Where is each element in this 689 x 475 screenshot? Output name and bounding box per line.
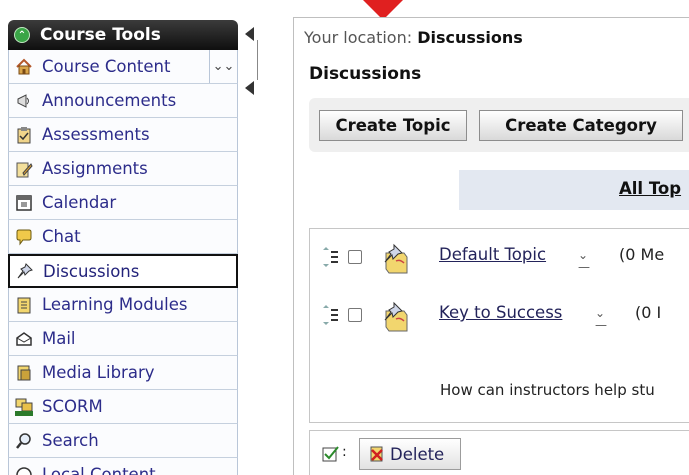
collapse-sidebar-arrow-icon[interactable] (245, 27, 254, 41)
collapse-menu-arrow-icon[interactable] (245, 81, 254, 95)
sidebar-item-label: Course Content (42, 57, 171, 76)
discussion-toolbar: Create Topic Create Category (309, 98, 689, 152)
topic-checkbox[interactable] (348, 308, 362, 322)
sidebar-item-assessments[interactable]: Assessments (8, 118, 238, 152)
topic-list: Default Topic ⌄ — (0 Me Key to Success ⌄ —… (309, 228, 689, 423)
course-tools-sidebar: ⌃ Course Tools Course Content ⌄⌄ Announc… (8, 20, 238, 475)
sidebar-item-discussions[interactable]: Discussions (8, 254, 238, 288)
pencil-doc-icon (14, 159, 34, 179)
course-tools-title: Course Tools (40, 25, 161, 45)
delete-label: Delete (390, 444, 445, 464)
sidebar-item-label: Chat (42, 227, 81, 246)
mail-icon (14, 329, 34, 349)
media-icon (14, 363, 34, 383)
scorm-icon (14, 397, 34, 417)
sidebar-item-label: Discussions (43, 261, 140, 281)
sidebar-item-learning-modules[interactable]: Learning Modules (8, 288, 238, 322)
sidebar-item-label: Media Library (42, 363, 155, 382)
sidebar-item-announcements[interactable]: Announcements (8, 84, 238, 118)
book-icon (14, 295, 34, 315)
list-item: Key to Success ⌄ — (0 I (310, 299, 689, 339)
breadcrumb: Your location: Discussions (304, 28, 523, 47)
sidebar-item-scorm[interactable]: SCORM (8, 390, 238, 424)
collapse-circle-icon[interactable]: ⌃ (14, 27, 30, 43)
delete-button[interactable]: Delete (359, 438, 461, 470)
topic-link-default[interactable]: Default Topic (439, 245, 546, 264)
pushpin-icon (15, 261, 35, 281)
topic-pin-icon (380, 301, 412, 333)
sidebar-item-label: Local Content (42, 465, 156, 475)
sidebar-item-media-library[interactable]: Media Library (8, 356, 238, 390)
topic-description: How can instructors help stu (440, 381, 655, 399)
reorder-icon[interactable] (320, 247, 340, 267)
sidebar-item-label: Assignments (42, 159, 148, 178)
sidebar-item-calendar[interactable]: Calendar (8, 186, 238, 220)
calendar-icon (14, 193, 34, 213)
sidebar-item-course-content[interactable]: Course Content ⌄⌄ (8, 50, 238, 84)
chat-icon (14, 227, 34, 247)
splitter-handle[interactable] (257, 40, 258, 80)
topic-checkbox[interactable] (348, 250, 362, 264)
sidebar-item-label: Assessments (42, 125, 150, 144)
magnifier-icon (14, 431, 34, 451)
reorder-icon[interactable] (320, 305, 340, 325)
course-tools-header[interactable]: ⌃ Course Tools (8, 20, 238, 50)
delete-icon (368, 445, 386, 463)
create-category-button[interactable]: Create Category (479, 110, 683, 141)
topic-message-count: (0 Me (619, 245, 665, 264)
sidebar-item-local-content[interactable]: Local Content (8, 458, 238, 475)
topic-menu-chevron-icon[interactable]: ⌄ — (595, 307, 607, 331)
home-icon (14, 57, 34, 77)
sidebar-item-label: Announcements (42, 91, 177, 110)
list-item: Default Topic ⌄ — (0 Me (310, 241, 689, 281)
clipboard-icon (14, 125, 34, 145)
sidebar-item-label: SCORM (42, 397, 103, 416)
sidebar-item-mail[interactable]: Mail (8, 322, 238, 356)
sidebar-item-chat[interactable]: Chat (8, 220, 238, 254)
sidebar-item-label: Mail (42, 329, 76, 348)
tab-all-topics[interactable]: All Top (619, 179, 681, 198)
sidebar-item-label: Learning Modules (42, 295, 188, 314)
breadcrumb-prefix: Your location: (304, 28, 413, 47)
page-title: Discussions (309, 64, 422, 84)
sidebar-item-search[interactable]: Search (8, 424, 238, 458)
sidebar-item-assignments[interactable]: Assignments (8, 152, 238, 186)
megaphone-icon (14, 91, 34, 111)
local-content-icon (14, 465, 34, 475)
topic-link-key-to-success[interactable]: Key to Success (439, 303, 562, 322)
sidebar-item-label: Calendar (42, 193, 117, 212)
topic-message-count: (0 I (635, 303, 662, 322)
select-all-separator: : (342, 444, 347, 460)
breadcrumb-current: Discussions (417, 28, 523, 47)
select-all-checkbox-icon[interactable] (322, 445, 340, 463)
topic-pin-icon (380, 243, 412, 275)
create-topic-button[interactable]: Create Topic (319, 110, 467, 141)
bulk-action-bar: : Delete (309, 430, 689, 475)
chevron-down-icon[interactable]: ⌄⌄ (209, 50, 237, 83)
main-content-panel: Your location: Discussions Discussions C… (293, 17, 689, 475)
sidebar-item-label: Search (42, 431, 99, 450)
topic-menu-chevron-icon[interactable]: ⌄ — (578, 249, 590, 273)
